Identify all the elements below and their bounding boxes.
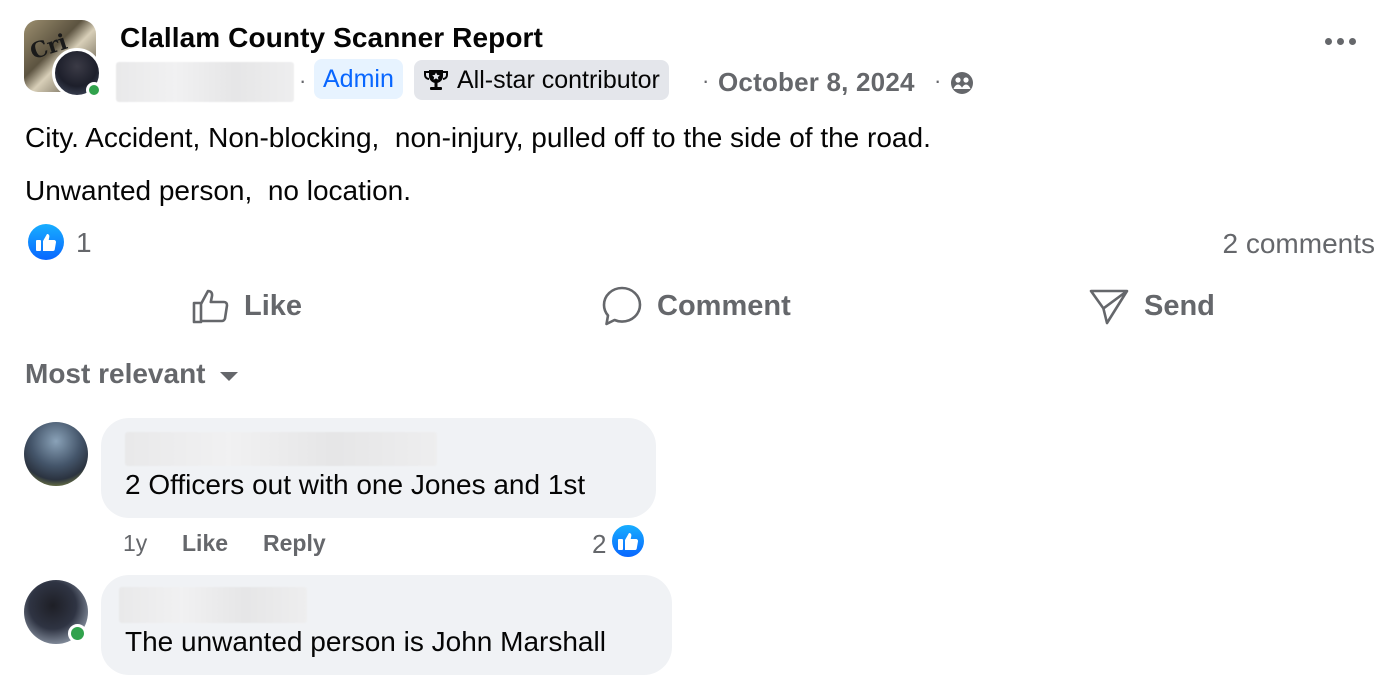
group-name[interactable]: Clallam County Scanner Report [120,22,543,54]
comment-bubble-icon [602,286,642,326]
thumbs-up-icon [36,234,57,251]
comment-text: The unwanted person is John Marshall [125,626,606,657]
comment-bubble: The unwanted person is John Marshall [101,575,672,675]
group-audience-icon [951,72,973,94]
commenter-name-redacted[interactable] [119,587,307,623]
like-button[interactable]: Like [190,282,302,330]
caret-down-icon [219,371,238,381]
post-date[interactable]: October 8, 2024 [718,67,915,98]
post-text-line: City. Accident, Non-blocking, non-injury… [25,122,931,153]
sort-label: Most relevant [25,358,206,389]
more-options-button[interactable] [1325,38,1356,45]
thumbs-up-outline-icon [192,289,229,324]
comment-like-reaction-icon[interactable] [610,523,646,559]
allstar-label: All-star contributor [457,66,660,94]
commenter-name-redacted[interactable] [125,432,437,466]
comment-like-button[interactable]: Like [182,530,228,557]
meta-separator: · [702,68,710,93]
online-status-indicator [68,624,87,643]
meta-separator: · [299,68,307,93]
meta-separator: · [934,68,942,93]
comment-reaction-count[interactable]: 2 [592,529,606,560]
like-reaction-icon[interactable] [28,224,64,260]
online-status-indicator [86,82,102,98]
comments-count-link[interactable]: 2 comments [1223,228,1376,260]
admin-badge[interactable]: Admin [314,59,403,99]
comment-label: Comment [657,289,791,322]
comment-reply-button[interactable]: Reply [263,530,326,557]
comment-age[interactable]: 1y [123,530,147,557]
reaction-count[interactable]: 1 [76,227,92,259]
comment-button[interactable]: Comment [601,282,791,330]
send-icon [1089,289,1129,325]
author-name-redacted[interactable] [116,62,294,102]
post-text-line: Unwanted person, no location. [25,175,412,206]
allstar-contributor-badge[interactable]: All-star contributor [414,60,669,100]
send-label: Send [1144,289,1215,322]
thumbs-up-icon [618,533,639,550]
send-button[interactable]: Send [1088,282,1215,330]
comment-sort-dropdown[interactable]: Most relevant [25,358,238,390]
like-label: Like [244,289,303,322]
comment-text: 2 Officers out with one Jones and 1st [125,469,586,500]
commenter-avatar[interactable] [24,422,88,486]
trophy-icon [424,70,448,90]
comment-bubble: 2 Officers out with one Jones and 1st [101,418,656,518]
